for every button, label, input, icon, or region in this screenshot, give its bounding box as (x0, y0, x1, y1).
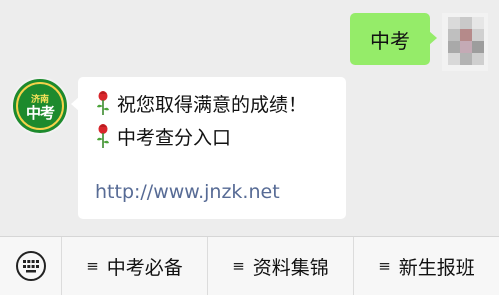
outgoing-text: 中考 (370, 28, 410, 53)
menu-item-exam-essentials[interactable]: ≡ 中考必备 (62, 237, 208, 295)
menu-item-label: 新生报班 (398, 256, 475, 279)
menu-lines-icon: ≡ (86, 257, 99, 275)
outgoing-bubble[interactable]: 中考 (350, 13, 437, 65)
keyboard-toggle-button[interactable] (0, 237, 62, 295)
rose-icon (97, 124, 109, 148)
rose-icon (97, 91, 109, 115)
message-line-1-text: 祝您取得满意的成绩！ (117, 93, 308, 116)
menu-lines-icon: ≡ (232, 257, 245, 275)
chat-area: 中考 济南 中考 祝您取得满意的成绩！ 中考查分入口 http://www.jn… (0, 0, 499, 236)
menu-item-label: 资料集锦 (252, 256, 329, 279)
avatar-main-text: 中考 (25, 104, 55, 122)
menu-item-new-enrollment[interactable]: ≡ 新生报班 (354, 237, 499, 295)
menu-item-label: 中考必备 (106, 256, 183, 279)
user-avatar[interactable] (442, 13, 488, 71)
official-account-avatar[interactable]: 济南 中考 (11, 77, 69, 135)
incoming-bubble[interactable]: 祝您取得满意的成绩！ 中考查分入口 http://www.jnzk.net (71, 77, 346, 219)
keyboard-icon (15, 251, 46, 281)
bottom-menu-bar: ≡ 中考必备 ≡ 资料集锦 ≡ 新生报班 (0, 236, 499, 295)
message-line-2: 中考查分入口 (95, 122, 346, 150)
outgoing-message: 中考 (350, 13, 488, 71)
website-link[interactable]: http://www.jnzk.net (95, 181, 280, 203)
menu-lines-icon: ≡ (378, 257, 391, 275)
menu-item-materials[interactable]: ≡ 资料集锦 (208, 237, 354, 295)
incoming-message: 济南 中考 祝您取得满意的成绩！ 中考查分入口 http://www.jnzk.… (11, 77, 346, 219)
message-line-1: 祝您取得满意的成绩！ (95, 89, 346, 117)
message-line-2-text: 中考查分入口 (117, 126, 232, 149)
